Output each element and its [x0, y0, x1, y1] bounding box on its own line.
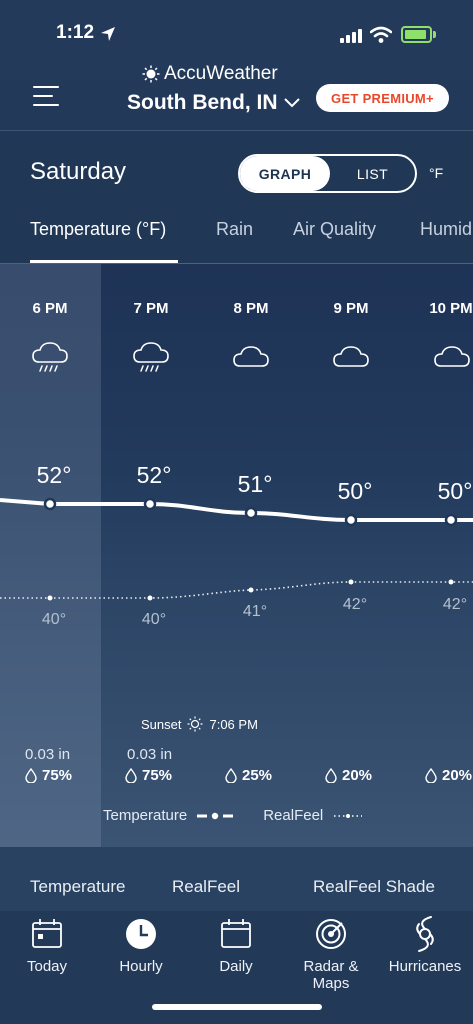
precip-percent: 75%: [142, 767, 173, 784]
precip-percent: 20%: [342, 767, 373, 784]
realfeel-value: 40°: [41, 611, 67, 628]
tab-air-quality[interactable]: Air Quality: [293, 219, 376, 240]
location-selector[interactable]: South Bend, IN: [127, 91, 300, 115]
option-realfeel-shade[interactable]: RealFeel Shade: [313, 877, 435, 897]
sunset-marker: Sunset 7:06 PM: [141, 716, 258, 732]
nav-today[interactable]: Today: [2, 915, 92, 975]
temperature-chart: [0, 497, 473, 601]
status-time: 1:12: [56, 22, 95, 43]
precip-probability: 75%: [25, 767, 72, 784]
radar-icon: [316, 919, 346, 949]
precip-probability: 75%: [125, 767, 172, 784]
realfeel-line: [0, 581, 473, 599]
list-toggle-button[interactable]: LIST: [330, 156, 415, 191]
droplet-icon: [425, 768, 437, 783]
sunset-time: 7:06 PM: [209, 716, 258, 732]
divider: [0, 130, 473, 131]
signal-icon: [340, 29, 362, 43]
legend-realfeel-label: RealFeel: [263, 807, 324, 824]
temperature-line: [0, 498, 473, 522]
nav-radar-maps[interactable]: Radar & Maps: [286, 915, 376, 992]
temperature-value: 52°: [36, 462, 72, 488]
option-realfeel[interactable]: RealFeel: [172, 877, 240, 897]
precip-percent: 20%: [442, 767, 473, 784]
get-premium-button[interactable]: GET PREMIUM+: [316, 84, 449, 112]
temperature-value: 51°: [237, 471, 273, 497]
unit-label[interactable]: °F: [429, 165, 443, 181]
nav-daily[interactable]: Daily: [191, 915, 281, 975]
nav-hurricanes[interactable]: Hurricanes: [380, 915, 470, 975]
nav-today-label: Today: [26, 958, 68, 975]
legend-temperature-label: Temperature: [103, 807, 188, 824]
sunset-label: Sunset: [141, 716, 182, 732]
brand-logo: AccuWeather: [142, 63, 278, 85]
location-arrow-icon: [101, 27, 115, 41]
nav-hourly[interactable]: Hourly: [96, 915, 186, 975]
nav-hurricanes-label: Hurricanes: [388, 958, 462, 975]
precip-probability: 20%: [425, 767, 472, 784]
temperature-value: 50°: [337, 478, 373, 504]
realfeel-value: 42°: [442, 596, 468, 613]
option-temperature[interactable]: Temperature: [30, 877, 125, 897]
droplet-icon: [125, 768, 137, 783]
droplet-icon: [325, 768, 337, 783]
tab-humidity[interactable]: Humidity: [420, 219, 473, 240]
wifi-icon: [370, 26, 392, 43]
brand-name: AccuWeather: [164, 63, 278, 84]
menu-icon[interactable]: [33, 86, 59, 106]
realfeel-value: 42°: [342, 596, 368, 613]
temperature-value: 52°: [136, 462, 172, 488]
graph-toggle-button[interactable]: GRAPH: [240, 156, 330, 191]
temperature-value: 50°: [437, 478, 473, 504]
legend-temperature-swatch: [197, 812, 234, 819]
realfeel-value: 41°: [242, 603, 268, 620]
nav-hourly-label: Hourly: [119, 958, 163, 975]
droplet-icon: [225, 768, 237, 783]
chevron-down-icon: [283, 98, 300, 108]
battery-cap: [433, 31, 436, 38]
view-toggle: GRAPH LIST: [238, 154, 417, 193]
metric-tabs: Temperature (°F) Rain Air Quality Humidi…: [0, 210, 473, 264]
precip-amount: 0.03 in: [25, 746, 71, 763]
home-indicator[interactable]: [152, 1004, 322, 1010]
sun-logo-icon: [142, 65, 160, 83]
precip-percent: 75%: [42, 767, 73, 784]
precip-probability: 25%: [225, 767, 272, 784]
droplet-icon: [25, 768, 37, 783]
precip-percent: 25%: [242, 767, 273, 784]
precip-amount: 0.03 in: [127, 746, 173, 763]
day-title: Saturday: [30, 158, 127, 185]
tab-rain[interactable]: Rain: [216, 219, 253, 240]
tab-temperature[interactable]: Temperature (°F): [30, 219, 166, 240]
calendar-icon: [221, 919, 251, 948]
clock-icon: [126, 919, 156, 949]
realfeel-value: 40°: [141, 611, 167, 628]
legend-realfeel-swatch: [334, 813, 363, 818]
calendar-today-icon: [32, 919, 62, 948]
nav-radar-label: Radar & Maps: [303, 958, 359, 992]
hurricane-icon: [416, 916, 434, 952]
precip-probability: 20%: [325, 767, 372, 784]
nav-daily-label: Daily: [219, 958, 253, 975]
location-name: South Bend, IN: [127, 91, 278, 114]
sun-icon: [187, 716, 203, 732]
chart-legend: Temperature RealFeel: [103, 807, 363, 824]
battery-icon: [401, 26, 432, 43]
